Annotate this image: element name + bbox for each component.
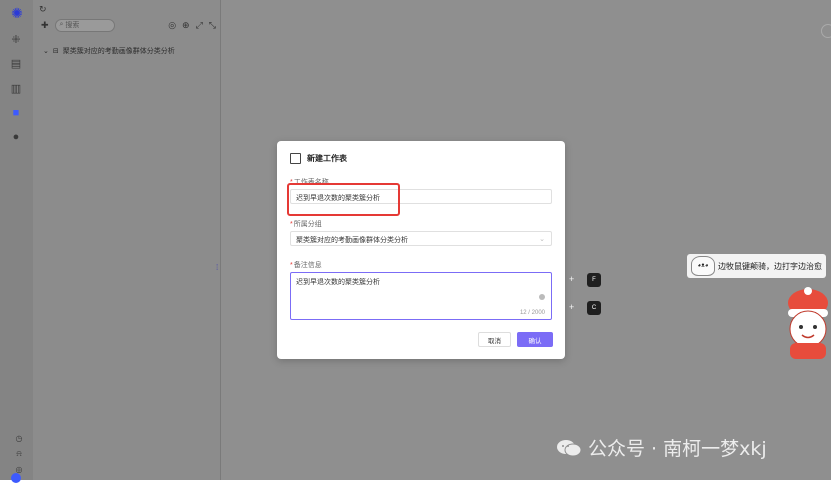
corner-icon[interactable] [821, 24, 831, 38]
clear-icon[interactable] [539, 294, 545, 300]
group-label: *所属分组 [290, 221, 322, 228]
chart-icon[interactable]: ▥ [8, 80, 24, 96]
worksheet-icon [290, 153, 301, 164]
folder-icon: ⊟ [52, 48, 59, 55]
bell-icon[interactable]: ⍾ [11, 446, 27, 462]
dialog-title: 新建工作表 [290, 153, 347, 164]
folder-icon[interactable]: ■ [8, 105, 24, 121]
note-label: *备注信息 [290, 262, 322, 269]
dialog-title-text: 新建工作表 [307, 154, 347, 163]
tree-node-label: 聚类簇对应的考勤画像群体分类分析 [62, 48, 175, 55]
chevron-down-icon: ⌄ [43, 48, 49, 55]
avatar[interactable] [11, 473, 21, 483]
grid-icon[interactable]: ⁜ [8, 31, 24, 47]
target-icon[interactable]: ⊕ [182, 20, 190, 31]
tree-node[interactable]: ⌄ ⊟ 聚类簇对应的考勤画像群体分类分析 [43, 46, 175, 56]
collapse-icon[interactable]: ⤡ [209, 20, 216, 31]
refresh-icon[interactable]: ↻ [39, 4, 47, 15]
tree-toolbar: ✚ ⌕ 搜索 ◎ ⊕ ⤢ ⤡ [41, 16, 216, 34]
search-input[interactable]: ⌕ 搜索 [54, 18, 115, 32]
group-select[interactable]: 聚类簇对应的考勤画像群体分类分析 ⌄ [290, 231, 552, 246]
key-c-badge: C [587, 301, 601, 315]
cancel-button[interactable]: 取消 [478, 332, 511, 347]
dog-sticker-icon: ◕ᴥ◕ [691, 256, 715, 276]
group-select-value: 聚类簇对应的考勤画像群体分类分析 [296, 237, 408, 244]
note-textarea[interactable]: 迟到早退次数的聚类簇分析 12 / 2000 [290, 272, 552, 320]
highlight-box [287, 183, 400, 216]
worksheet-tree-panel: ↻ ✚ ⌕ 搜索 ◎ ⊕ ⤢ ⤡ ⌄ ⊟ 聚类簇对应的考勤画像群体分类分析 [33, 0, 221, 480]
wechat-icon [557, 439, 582, 456]
key-f-badge: F [587, 273, 601, 287]
settings-icon[interactable]: ● [8, 129, 24, 145]
sticker-caption: ◕ᴥ◕ 边牧鼠键颠骑，边打字边治愈 [687, 254, 826, 278]
plus-sign: + [569, 274, 575, 284]
watermark: 公众号 · 南柯一梦xkj [556, 434, 767, 461]
drag-handle-icon[interactable]: ⁞ [216, 263, 218, 272]
expand-icon[interactable]: ⤢ [196, 20, 203, 31]
new-worksheet-dialog: 新建工作表 *工作表名称 迟到早退次数的聚类簇分析 *所属分组 聚类簇对应的考勤… [277, 141, 565, 359]
note-value: 迟到早退次数的聚类簇分析 [296, 279, 380, 286]
confirm-button[interactable]: 确认 [517, 332, 553, 347]
database-icon[interactable]: ▤ [8, 55, 24, 71]
app-logo-icon[interactable]: ✺ [8, 4, 26, 22]
search-icon: ⌕ [59, 21, 64, 28]
locate-icon[interactable]: ◎ [168, 20, 176, 31]
santa-sticker-icon [788, 287, 828, 359]
add-folder-icon[interactable]: ✚ [41, 20, 49, 31]
note-char-count: 12 / 2000 [519, 310, 545, 316]
watermark-text: 公众号 · 南柯一梦xkj [588, 438, 767, 460]
left-rail: ✺ ⁜ ▤ ▥ ■ ● ◷ ⍾ ◎ [0, 0, 33, 483]
sticker-text: 边牧鼠键颠骑，边打字边治愈 [718, 261, 822, 271]
plus-sign: + [569, 302, 575, 312]
search-placeholder: 搜索 [65, 22, 80, 29]
clock-icon[interactable]: ◷ [11, 430, 27, 446]
chevron-down-icon: ⌄ [539, 236, 545, 243]
